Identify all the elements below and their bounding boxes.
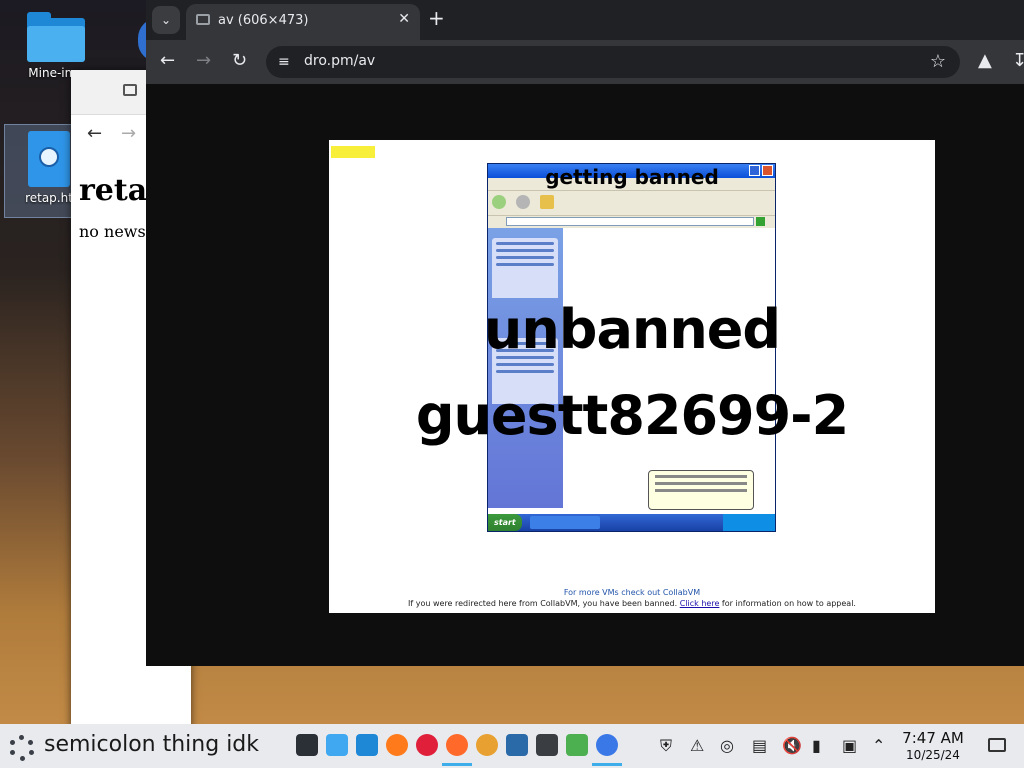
- chevron-up-icon[interactable]: ⌃: [872, 736, 885, 755]
- overlay-text-line1: unbanned: [483, 298, 781, 361]
- word-processor-icon[interactable]: [506, 734, 528, 756]
- back-arrow-icon[interactable]: ←: [87, 123, 102, 144]
- tab-title: av (606×473): [218, 13, 309, 28]
- appeal-link: Click here: [679, 599, 720, 608]
- bookmark-star-icon[interactable]: ☆: [930, 51, 946, 72]
- image-favicon-icon: [196, 14, 210, 25]
- close-tab-icon[interactable]: ✕: [398, 11, 410, 27]
- page-content: start getting banned unbanned guestt8269…: [146, 84, 1024, 666]
- back-button[interactable]: ←: [160, 50, 175, 71]
- firefox-icon[interactable]: [386, 734, 408, 756]
- url-text[interactable]: dro.pm/av: [304, 53, 375, 69]
- overlay-text-title: getting banned: [545, 165, 719, 189]
- firefox-alt-icon[interactable]: [442, 734, 472, 766]
- displayed-image: start getting banned unbanned guestt8269…: [329, 140, 935, 613]
- keyboard-layout-label[interactable]: semicolon thing idk: [44, 732, 259, 757]
- app-launcher-icon[interactable]: [8, 734, 36, 762]
- tab-strip: ⌄ av (606×473) ✕ +: [146, 0, 1024, 40]
- file-manager-icon[interactable]: [356, 734, 378, 756]
- clock[interactable]: 7:47 AM 10/25/24: [900, 729, 966, 762]
- shield-icon[interactable]: ⛨: [660, 736, 672, 756]
- image-corner-tag: [331, 146, 375, 158]
- address-bar[interactable]: ≡ dro.pm/av ☆: [266, 46, 960, 78]
- tab-search-button[interactable]: ⌄: [152, 6, 180, 34]
- overlay-text-line2: guestt82699-2: [415, 384, 849, 447]
- forward-arrow-icon[interactable]: →: [121, 123, 136, 144]
- opera-icon[interactable]: [416, 734, 438, 756]
- tab-active[interactable]: av (606×473) ✕: [186, 4, 420, 40]
- terminal-icon[interactable]: [296, 734, 318, 756]
- updates-icon[interactable]: ◎: [720, 736, 734, 755]
- notification-icon[interactable]: ⚠: [690, 736, 704, 755]
- browser-window[interactable]: ⌄ av (606×473) ✕ + ← → ↻ ≡ dro.pm/av ☆ ▲…: [146, 0, 1024, 666]
- image-footer-collabvm: For more VMs check out CollabVM: [563, 588, 701, 597]
- clock-time: 7:47 AM: [902, 729, 964, 747]
- download-icon[interactable]: ↧: [1012, 50, 1024, 71]
- browser-icon[interactable]: [476, 734, 498, 756]
- forward-button[interactable]: →: [196, 50, 211, 71]
- html-file-icon: [28, 131, 70, 187]
- battery-icon[interactable]: ▮: [812, 736, 821, 755]
- app-store-icon[interactable]: [326, 734, 348, 756]
- folder-icon: [27, 12, 85, 62]
- system-monitor-icon[interactable]: [566, 734, 588, 756]
- volume-muted-icon[interactable]: 🔇: [782, 736, 802, 755]
- network-icon[interactable]: ▣: [842, 736, 857, 755]
- site-settings-icon[interactable]: ≡: [278, 54, 290, 70]
- xp-start-button: start: [488, 514, 522, 531]
- reload-button[interactable]: ↻: [232, 50, 247, 71]
- taskbar: semicolon thing idk ⛨ ⚠ ◎ ▤ 🔇 ▮ ▣ ⌃ 7:47…: [0, 724, 1024, 768]
- browser-toolbar: ← → ↻ ≡ dro.pm/av ☆ ▲ ↧: [146, 40, 1024, 84]
- chrome-icon[interactable]: [592, 734, 622, 766]
- console-icon[interactable]: [536, 734, 558, 756]
- clipboard-icon[interactable]: ▤: [752, 736, 767, 755]
- labs-flask-icon[interactable]: ▲: [978, 50, 992, 71]
- image-footer-banned-notice: If you were redirected here from CollabV…: [408, 599, 856, 608]
- archive-icon[interactable]: [123, 84, 137, 96]
- chevron-down-icon: ⌄: [160, 13, 172, 27]
- show-desktop-button[interactable]: [988, 738, 1006, 752]
- new-tab-button[interactable]: +: [428, 6, 445, 30]
- clock-date: 10/25/24: [906, 748, 960, 762]
